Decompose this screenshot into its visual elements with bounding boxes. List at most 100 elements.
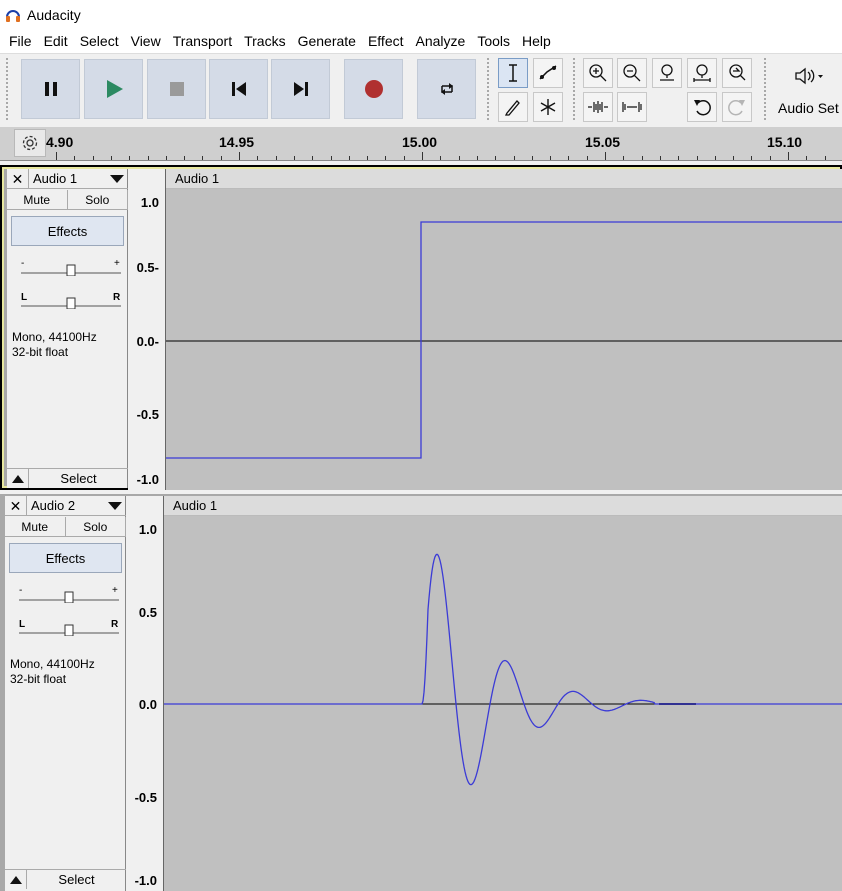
solo-button[interactable]: Solo — [65, 517, 126, 537]
menu-transport[interactable]: Transport — [167, 29, 238, 53]
gain-slider[interactable]: - + — [19, 587, 119, 603]
pan-slider[interactable]: L R — [19, 620, 119, 636]
ruler-tick — [495, 156, 497, 160]
collapse-track-button[interactable] — [7, 469, 29, 488]
menu-effect[interactable]: Effect — [362, 29, 410, 53]
record-button[interactable] — [344, 59, 403, 119]
scale-label: 0.0- — [136, 334, 159, 349]
ruler-tick — [367, 156, 369, 160]
menu-help[interactable]: Help — [516, 29, 557, 53]
track-bit-depth: 32-bit float — [10, 672, 67, 686]
speaker-icon — [795, 67, 823, 85]
ruler-tick — [312, 156, 314, 160]
menu-file[interactable]: File — [3, 29, 38, 53]
edit-grip[interactable] — [573, 58, 579, 120]
collapse-track-button[interactable] — [5, 870, 27, 889]
select-track-button[interactable]: Select — [29, 469, 128, 488]
undo-button[interactable] — [687, 92, 717, 122]
audio-setup-button[interactable]: Audio Set — [774, 58, 842, 120]
pan-slider-thumb[interactable] — [64, 624, 74, 636]
loop-icon — [440, 83, 453, 95]
menu-bar: File Edit Select View Transport Tracks G… — [0, 29, 842, 53]
redo-button[interactable] — [722, 92, 752, 122]
silence-audio-button[interactable] — [617, 92, 647, 122]
skip-to-end-button[interactable] — [271, 59, 330, 119]
gain-plus-label: + — [112, 587, 118, 596]
audio-clip[interactable]: Audio 1 — [166, 169, 842, 490]
zoom-toggle-button[interactable] — [722, 58, 752, 88]
skip-to-start-button[interactable] — [209, 59, 268, 119]
ruler-tick — [623, 156, 625, 160]
menu-tracks[interactable]: Tracks — [238, 29, 291, 53]
ruler-tick — [202, 156, 204, 160]
gain-slider-thumb[interactable] — [64, 591, 74, 603]
pan-left-label: L — [19, 620, 25, 630]
pan-slider[interactable]: L R — [21, 293, 121, 309]
toolbar-grip[interactable] — [6, 58, 12, 120]
gain-slider[interactable]: - + — [21, 260, 121, 276]
clip-title[interactable]: Audio 1 — [166, 169, 842, 189]
undo-icon — [694, 99, 711, 116]
loop-button[interactable] — [417, 59, 476, 119]
scale-label: -0.5 — [136, 407, 159, 422]
draw-tool[interactable] — [498, 92, 528, 122]
multi-tool[interactable] — [533, 92, 563, 122]
envelope-icon — [539, 65, 557, 80]
mute-button[interactable]: Mute — [7, 190, 68, 210]
timeline-options-button[interactable] — [14, 129, 46, 157]
scale-label: 0.0 — [138, 697, 157, 712]
play-button[interactable] — [84, 59, 143, 119]
menu-tools[interactable]: Tools — [471, 29, 516, 53]
close-track-button[interactable]: ✕ — [5, 496, 27, 516]
selection-tool[interactable] — [498, 58, 528, 88]
audio-track-1[interactable]: ✕ Audio 1 Mute Solo Effects - + L R Mono… — [0, 165, 842, 490]
ruler-tick — [806, 156, 808, 160]
waveform-1[interactable] — [166, 189, 842, 490]
pause-icon — [44, 82, 57, 96]
pause-button[interactable] — [21, 59, 80, 119]
close-track-button[interactable]: ✕ — [7, 169, 29, 189]
audio-setup-grip[interactable] — [764, 58, 770, 120]
menu-select[interactable]: Select — [74, 29, 125, 53]
waveform-2[interactable] — [164, 516, 842, 891]
effects-button[interactable]: Effects — [11, 216, 124, 246]
ruler-tick — [403, 156, 405, 160]
track-name: Audio 1 — [33, 171, 78, 186]
stop-button[interactable] — [147, 59, 206, 119]
envelope-tool[interactable] — [533, 58, 563, 88]
ruler-tick — [440, 156, 442, 160]
trim-audio-button[interactable] — [583, 92, 613, 122]
fit-project-button[interactable] — [687, 58, 717, 88]
audio-clip[interactable]: Audio 1 — [164, 496, 842, 891]
menu-generate[interactable]: Generate — [292, 29, 362, 53]
record-icon — [364, 80, 383, 98]
zoom-in-button[interactable] — [583, 58, 613, 88]
effects-button[interactable]: Effects — [9, 543, 122, 573]
menu-edit[interactable]: Edit — [38, 29, 74, 53]
close-icon: ✕ — [11, 170, 24, 187]
silence-icon — [622, 102, 642, 112]
gain-slider-thumb[interactable] — [66, 264, 76, 276]
clip-title[interactable]: Audio 1 — [164, 496, 842, 516]
track-format: Mono, 44100Hz — [12, 330, 97, 344]
scale-label: -1.0 — [134, 873, 157, 888]
zoom-out-button[interactable] — [617, 58, 647, 88]
solo-button[interactable]: Solo — [67, 190, 128, 210]
pan-right-label: R — [113, 293, 121, 303]
ruler-tick — [678, 156, 680, 160]
tools-grip[interactable] — [487, 58, 493, 120]
amplitude-scale: 1.0 0.5- 0.0- -0.5 -1.0 — [128, 169, 166, 490]
track-menu-button[interactable]: Audio 2 — [27, 496, 126, 515]
ruler-tick — [769, 156, 771, 160]
menu-view[interactable]: View — [125, 29, 167, 53]
fit-selection-button[interactable] — [652, 58, 682, 88]
timeline-ruler[interactable]: 4.90 14.95 15.00 15.05 15.10 — [0, 127, 842, 161]
damped-oscillation-wave — [164, 553, 842, 786]
track-menu-button[interactable]: Audio 1 — [29, 169, 128, 188]
pan-slider-thumb[interactable] — [66, 297, 76, 309]
mute-button[interactable]: Mute — [5, 517, 66, 537]
menu-analyze[interactable]: Analyze — [410, 29, 472, 53]
select-track-button[interactable]: Select — [27, 870, 126, 889]
audio-track-2[interactable]: ✕ Audio 2 Mute Solo Effects - + L R Mono… — [0, 494, 842, 891]
scale-label: -1.0 — [136, 472, 159, 487]
